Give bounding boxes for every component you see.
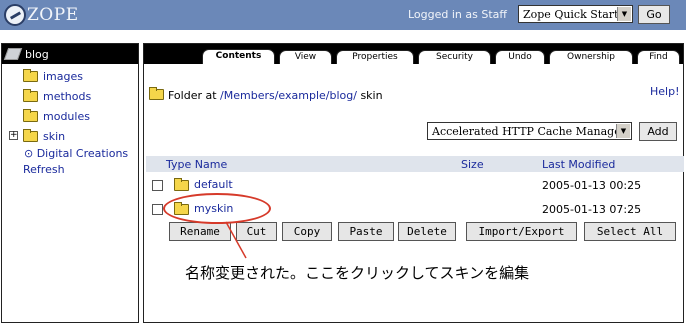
zope-logo[interactable]: ZOPE — [4, 3, 79, 27]
rename-button[interactable]: Rename — [169, 222, 231, 241]
row-last-modified: 2005-01-13 07:25 — [542, 203, 642, 216]
add-object-selected: Accelerated HTTP Cache Manager — [432, 125, 626, 138]
go-button[interactable]: Go — [638, 5, 670, 24]
delete-button[interactable]: Delete — [398, 222, 456, 241]
tree-item-label: skin — [43, 130, 66, 143]
cut-button[interactable]: Cut — [236, 222, 277, 241]
chevron-down-icon: ▼ — [616, 124, 630, 138]
select-all-button[interactable]: Select All — [584, 222, 676, 241]
import-export-button[interactable]: Import/Export — [466, 222, 577, 241]
annotation-text: 名称変更された。ここをクリックしてスキンを編集 — [185, 264, 530, 282]
tree-item-label: methods — [43, 90, 92, 103]
location-breadcrumb: Folder at /Members/example/blog/ skin — [168, 89, 383, 102]
row-checkbox[interactable] — [152, 180, 163, 191]
tab-bar: Contents View Properties Security Undo O… — [144, 44, 683, 64]
expand-plus-icon[interactable]: + — [9, 131, 18, 140]
tab-contents[interactable]: Contents — [202, 49, 275, 64]
tab-find[interactable]: Find — [637, 50, 680, 64]
tab-undo[interactable]: Undo — [495, 50, 545, 64]
tree-root-blog[interactable]: blog — [2, 44, 138, 64]
copy-button[interactable]: Copy — [282, 222, 332, 241]
location-prefix: Folder at — [168, 89, 221, 102]
help-link[interactable]: Help! — [650, 85, 680, 98]
folder-icon — [23, 129, 38, 142]
header-size[interactable]: Size — [461, 158, 484, 171]
folder-icon — [23, 109, 38, 122]
header-last-modified[interactable]: Last Modified — [542, 158, 615, 171]
tab-view[interactable]: View — [279, 50, 332, 64]
tree-item-label: modules — [43, 110, 90, 123]
folder-icon — [149, 87, 164, 100]
blog-object-icon — [3, 48, 23, 60]
list-header: Type Name Size Last Modified — [146, 156, 684, 172]
zope-logo-icon — [4, 4, 26, 26]
folder-icon — [23, 89, 38, 102]
annotation-ellipse — [163, 193, 271, 224]
tab-ownership[interactable]: Ownership — [549, 50, 633, 64]
location-path-link[interactable]: /Members/example/blog/ — [220, 89, 357, 102]
add-object-select[interactable]: Accelerated HTTP Cache Manager ▼ — [427, 122, 632, 140]
tree-item-label: images — [43, 70, 83, 83]
navigation-tree: blog — [1, 43, 139, 323]
row-checkbox[interactable] — [152, 204, 163, 215]
digital-creations-link[interactable]: ⊙ Digital Creations — [24, 147, 128, 160]
chevron-down-icon: ▼ — [617, 7, 631, 21]
tab-security[interactable]: Security — [418, 50, 491, 64]
logged-in-status: Logged in as Staff — [408, 8, 507, 21]
row-name-link[interactable]: default — [194, 178, 233, 191]
top-bar: ZOPE Logged in as Staff Zope Quick Start… — [0, 0, 686, 30]
location-current: skin — [360, 89, 383, 102]
paste-button[interactable]: Paste — [338, 222, 394, 241]
tab-properties[interactable]: Properties — [336, 50, 414, 64]
refresh-link[interactable]: Refresh — [23, 163, 65, 176]
add-button[interactable]: Add — [639, 122, 677, 141]
quick-start-select[interactable]: Zope Quick Start ▼ — [518, 5, 633, 23]
logo-text: ZOPE — [27, 5, 79, 25]
header-type-name[interactable]: Type Name — [166, 158, 227, 171]
tree-root-label: blog — [25, 48, 49, 61]
row-last-modified: 2005-01-13 00:25 — [542, 179, 642, 192]
folder-icon — [23, 69, 38, 82]
quick-start-selected: Zope Quick Start — [523, 8, 619, 21]
folder-icon — [174, 178, 189, 191]
